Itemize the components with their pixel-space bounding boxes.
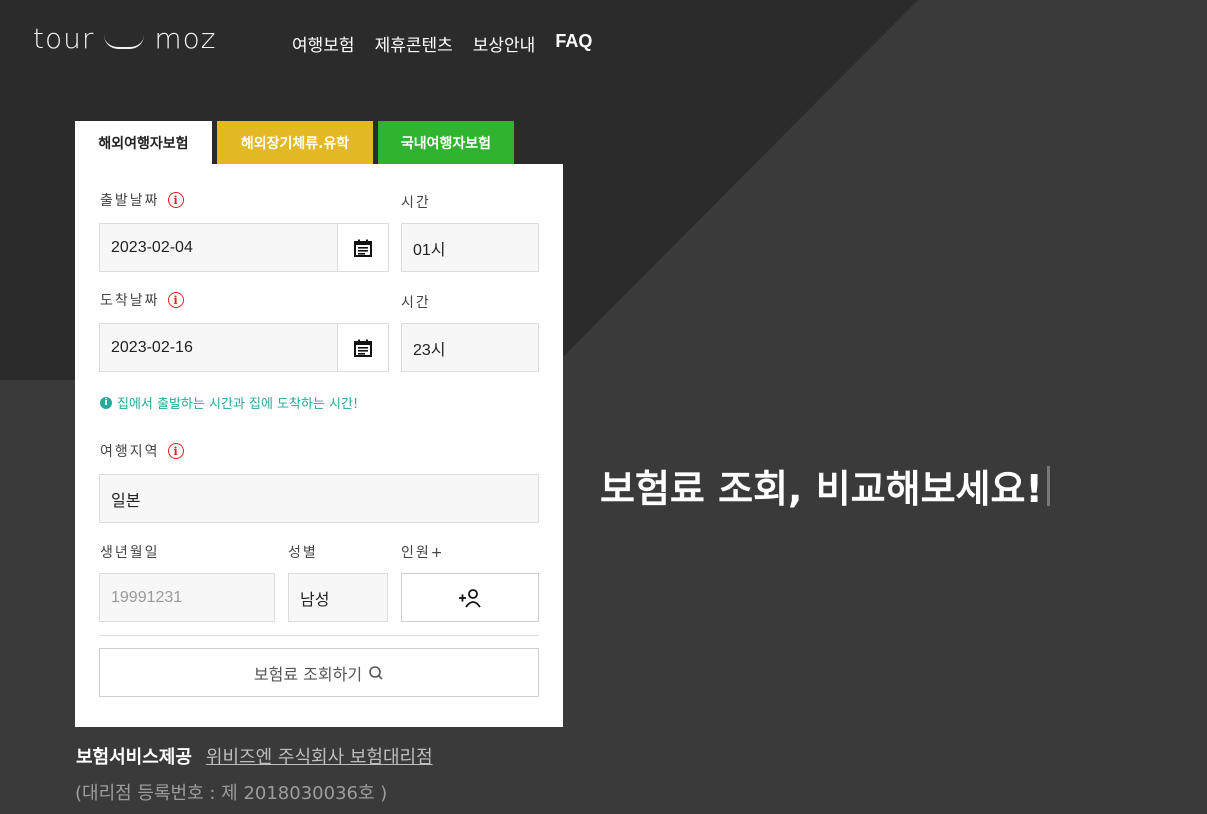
region-label-text: 여행지역 [100, 444, 160, 460]
arrive-time-select[interactable]: 23시 [401, 323, 539, 372]
arrive-time-label: 시간 [401, 295, 431, 311]
info-dot-icon: i [100, 396, 112, 409]
logo-text-right: moz [154, 22, 217, 55]
search-quote-label: 보험료 조회하기 [253, 664, 363, 684]
registration-number: (대리점 등록번호 : 제 2018030036호 ) [75, 783, 388, 804]
hero-headline: 보험료 조회, 비교해보세요! [600, 458, 1050, 513]
logo[interactable]: tour moz [33, 22, 216, 55]
info-icon[interactable]: i [167, 292, 184, 308]
depart-date-field[interactable]: 2023-02-04 [99, 223, 339, 272]
nav-faq[interactable]: FAQ [555, 31, 592, 56]
depart-date-label: 출발날짜 i [100, 190, 184, 210]
search-icon [369, 665, 383, 680]
tab-long-stay-study[interactable]: 해외장기체류.유학 [217, 121, 373, 164]
arrive-date-field[interactable]: 2023-02-16 [99, 323, 339, 372]
search-quote-button[interactable]: 보험료 조회하기 [99, 648, 539, 697]
info-icon[interactable]: i [167, 443, 184, 459]
nav-travel-insurance[interactable]: 여행보험 [292, 31, 355, 56]
birth-label: 생년월일 [100, 545, 160, 561]
region-select[interactable]: 일본 [99, 474, 539, 523]
provider-label: 보험서비스제공 [76, 747, 192, 768]
add-person-button[interactable] [401, 573, 539, 622]
typing-cursor [1046, 465, 1050, 506]
gender-select[interactable]: 남성 [288, 573, 388, 622]
form-divider [99, 635, 539, 636]
insurance-tabs: 해외여행자보험 해외장기체류.유학 국내여행자보험 [75, 121, 514, 164]
region-label: 여행지역 i [100, 441, 184, 461]
quote-form: 출발날짜 i 시간 2023-02-04 01시 도착날짜 i 시간 2023-… [75, 164, 563, 727]
depart-time-label: 시간 [401, 195, 431, 211]
tab-domestic-travel[interactable]: 국내여행자보험 [378, 121, 514, 164]
calendar-icon[interactable] [337, 223, 389, 272]
add-person-icon [459, 588, 481, 608]
time-notice-text: 집에서 출발하는 시간과 집에 도착하는 시간! [117, 397, 359, 412]
people-label: 인원+ [401, 545, 445, 561]
depart-time-select[interactable]: 01시 [401, 223, 539, 272]
time-notice: i 집에서 출발하는 시간과 집에 도착하는 시간! [100, 393, 358, 412]
arrive-date-label: 도착날짜 i [100, 290, 184, 310]
main-nav: 여행보험 제휴콘텐츠 보상안내 FAQ [292, 31, 592, 56]
hero-text: 보험료 조회, 비교해보세요! [600, 467, 1043, 511]
provider-link[interactable]: 위비즈엔 주식회사 보험대리점 [206, 743, 433, 769]
nav-compensation-guide[interactable]: 보상안내 [473, 31, 536, 56]
provider-info: 보험서비스제공 위비즈엔 주식회사 보험대리점 [76, 743, 433, 769]
gender-label: 성별 [288, 545, 318, 561]
logo-text-left: tour [33, 22, 95, 55]
info-icon[interactable]: i [167, 192, 184, 208]
calendar-icon[interactable] [337, 323, 389, 372]
tab-overseas-travel[interactable]: 해외여행자보험 [75, 121, 212, 164]
logo-swoosh [104, 35, 145, 49]
nav-partner-content[interactable]: 제휴콘텐츠 [375, 31, 453, 56]
arrive-date-label-text: 도착날짜 [100, 293, 160, 309]
depart-date-label-text: 출발날짜 [100, 193, 160, 209]
birth-input[interactable]: 19991231 [99, 573, 275, 622]
